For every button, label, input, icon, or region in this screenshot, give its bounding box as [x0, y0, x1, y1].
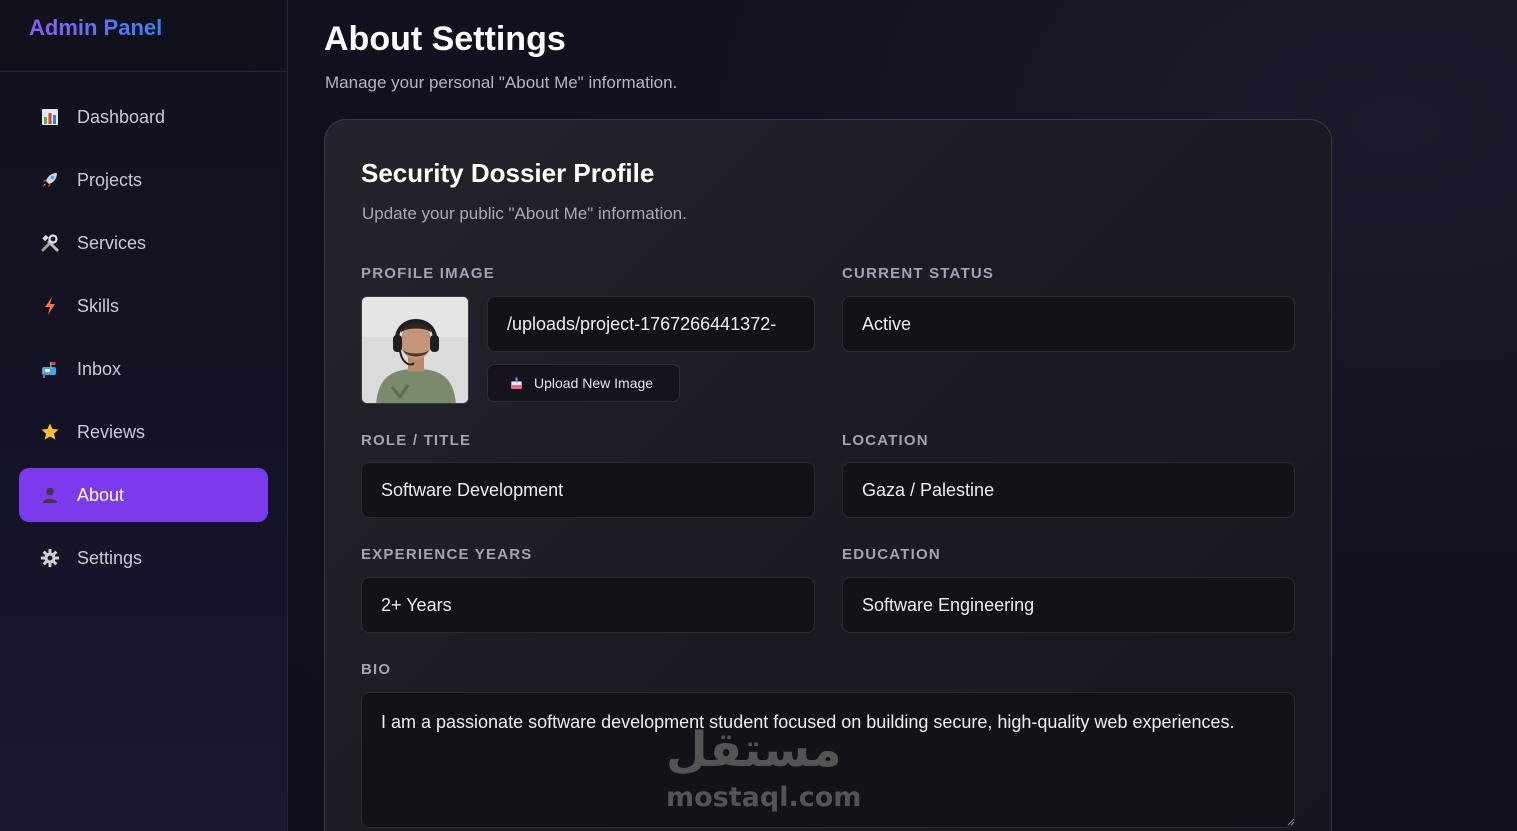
page-subtitle: Manage your personal "About Me" informat… [325, 73, 678, 92]
profile-avatar [361, 296, 469, 404]
sidebar-item-about[interactable]: About [19, 468, 268, 522]
sidebar-item-label: Inbox [77, 358, 122, 379]
sidebar-item-label: About [77, 484, 125, 505]
page-title: About Settings [324, 20, 566, 58]
upload-new-image-button[interactable]: Upload New Image [487, 364, 680, 402]
sidebar-item-label: Skills [77, 295, 120, 316]
sidebar-item-label: Dashboard [77, 106, 166, 127]
sidebar-item-skills[interactable]: Skills [19, 279, 268, 333]
mailbox-icon [39, 358, 61, 380]
bio-textarea[interactable]: I am a passionate software development s… [361, 692, 1295, 828]
sidebar-item-dashboard[interactable]: Dashboard [19, 90, 268, 144]
location-input[interactable]: Gaza / Palestine [842, 462, 1295, 518]
role-title-input[interactable]: Software Development [361, 462, 815, 518]
sidebar-nav: Dashboard Projects Services Skills Inbox… [0, 72, 287, 585]
sidebar-item-reviews[interactable]: Reviews [19, 405, 268, 459]
sidebar-item-label: Reviews [77, 421, 146, 442]
sidebar-item-label: Projects [77, 169, 143, 190]
user-icon [39, 484, 61, 506]
upload-icon [510, 377, 523, 390]
card-subtitle: Update your public "About Me" informatio… [362, 204, 687, 223]
sidebar-item-services[interactable]: Services [19, 216, 268, 270]
sidebar: Admin Panel Dashboard Projects Services [0, 0, 288, 831]
sidebar-item-inbox[interactable]: Inbox [19, 342, 268, 396]
resize-grip-icon[interactable] [1287, 818, 1295, 826]
rocket-icon [39, 169, 61, 191]
education-label: EDUCATION [842, 546, 941, 563]
lightning-icon [39, 295, 61, 317]
gear-icon [39, 547, 61, 569]
tools-icon [39, 232, 61, 254]
current-status-label: CURRENT STATUS [842, 265, 995, 282]
brand-header: Admin Panel [0, 0, 287, 72]
sidebar-item-label: Services [77, 232, 147, 253]
app-root: Admin Panel Dashboard Projects Services [0, 0, 1517, 831]
brand-title[interactable]: Admin Panel [29, 15, 162, 41]
profile-image-path-input[interactable]: /uploads/project-1767266441372- [487, 296, 815, 352]
education-input[interactable]: Software Engineering [842, 577, 1295, 633]
experience-years-input[interactable]: 2+ Years [361, 577, 815, 633]
location-label: LOCATION [842, 432, 929, 449]
main-content: About Settings Manage your personal "Abo… [288, 0, 1517, 831]
bio-label: BIO [361, 661, 392, 678]
role-title-label: ROLE / TITLE [361, 432, 472, 449]
sidebar-item-settings[interactable]: Settings [19, 531, 268, 585]
sidebar-item-projects[interactable]: Projects [19, 153, 268, 207]
card-title: Security Dossier Profile [361, 158, 655, 188]
profile-photo [362, 297, 468, 403]
current-status-input[interactable]: Active [842, 296, 1295, 352]
upload-button-label: Upload New Image [534, 375, 654, 391]
experience-years-label: EXPERIENCE YEARS [361, 546, 533, 563]
star-icon [39, 421, 61, 443]
profile-card: Security Dossier Profile Update your pub… [324, 119, 1332, 831]
profile-image-label: PROFILE IMAGE [361, 265, 495, 282]
sidebar-item-label: Settings [77, 547, 143, 568]
chart-icon [39, 106, 61, 128]
